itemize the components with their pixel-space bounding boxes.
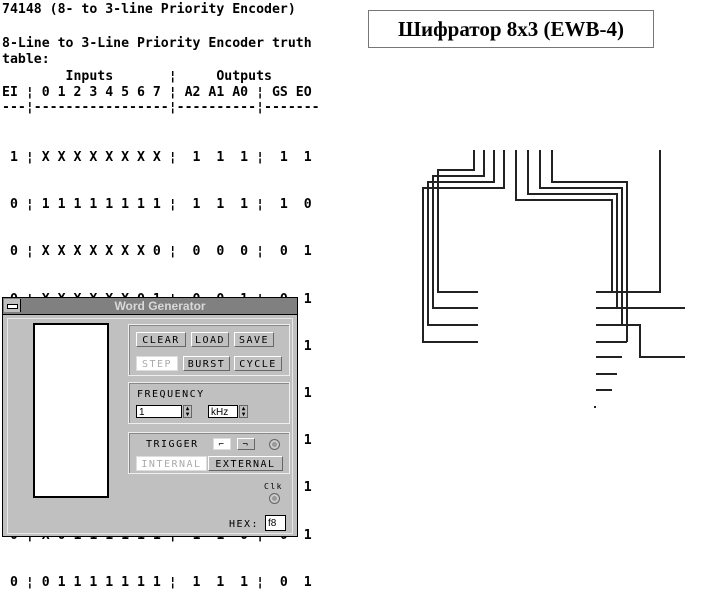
- table-row: 0 ¦ X X X X X X X 0 ¦ 0 0 0 ¦ 0 1: [2, 244, 312, 260]
- step-button[interactable]: STEP: [136, 356, 178, 371]
- wire: [422, 150, 505, 343]
- internal-button[interactable]: INTERNAL: [136, 456, 207, 471]
- rising-edge-icon[interactable]: ⌐: [213, 438, 231, 450]
- window-titlebar[interactable]: Word Generator: [3, 298, 297, 315]
- load-button[interactable]: LOAD: [191, 332, 229, 347]
- truth-table-heading: 8-Line to 3-Line Priority Encoder truth: [2, 36, 312, 51]
- wire: [515, 150, 613, 292]
- falling-edge-icon[interactable]: ¬: [237, 438, 255, 450]
- clear-button[interactable]: CLEAR: [136, 332, 186, 347]
- window-title: Word Generator: [114, 299, 206, 313]
- unit-spinner[interactable]: ▲ ▼: [239, 405, 248, 418]
- word-generator-window: Word Generator CLEAR LOAD SAVE STEP BURS…: [2, 297, 298, 537]
- wire: [432, 150, 485, 309]
- document-title: 74148 (8- to 3-line Priority Encoder): [2, 2, 296, 17]
- table-row: 1 ¦ X X X X X X X X ¦ 1 1 1 ¦ 1 1: [2, 150, 312, 165]
- table-row: 0 ¦ 0 1 1 1 1 1 1 1 ¦ 1 1 1 ¦ 0 1: [2, 574, 312, 590]
- clk-label: Clk: [264, 482, 283, 491]
- circuit-schematic: [422, 150, 685, 408]
- save-button[interactable]: SAVE: [234, 332, 274, 347]
- clk-terminal-icon[interactable]: [269, 493, 280, 504]
- system-menu-icon[interactable]: [4, 299, 21, 312]
- truth-table-column-header: EI ¦ 0 1 2 3 4 5 6 7 ¦ A2 A1 A0 ¦ GS EO: [2, 85, 312, 100]
- wire: [437, 150, 478, 293]
- truth-table-group-header: Inputs ¦ Outputs: [2, 69, 272, 84]
- wire: [551, 150, 628, 342]
- word-list[interactable]: [33, 323, 109, 498]
- cycle-button[interactable]: CYCLE: [234, 356, 282, 371]
- frequency-unit-select[interactable]: kHz: [208, 405, 238, 418]
- wire: [527, 150, 618, 308]
- trigger-terminal-icon[interactable]: [269, 439, 280, 450]
- trigger-label: TRIGGER: [146, 439, 199, 450]
- slide-title: Шифратор 8x3 (EWB-4): [368, 10, 654, 48]
- frequency-label: FREQUENCY: [137, 389, 205, 400]
- wires: [422, 150, 685, 408]
- table-row: 0 ¦ 1 1 1 1 1 1 1 1 ¦ 1 1 1 ¦ 1 0: [2, 197, 312, 213]
- frequency-spinner[interactable]: ▲ ▼: [183, 405, 192, 418]
- hex-label: HEX:: [229, 519, 260, 530]
- truth-table-separator: ---¦-----------------¦----------¦-------: [2, 100, 320, 115]
- burst-button[interactable]: BURST: [183, 356, 230, 371]
- external-button[interactable]: EXTERNAL: [208, 456, 283, 471]
- truth-table-heading-cont: table:: [2, 52, 50, 67]
- frequency-input[interactable]: 1: [136, 405, 182, 418]
- hex-input[interactable]: f8: [265, 515, 286, 531]
